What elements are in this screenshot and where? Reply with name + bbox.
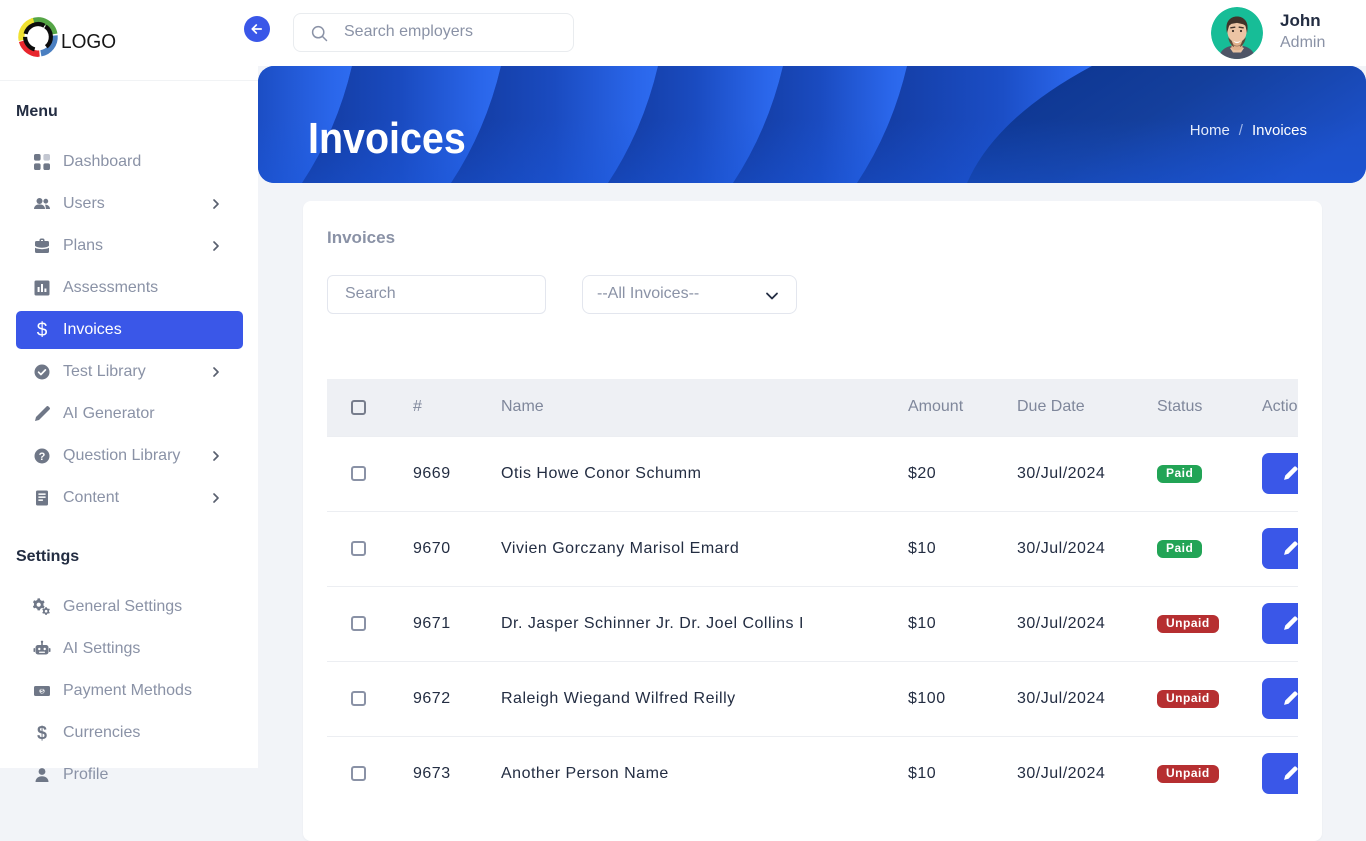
svg-text:$: $ bbox=[37, 321, 48, 339]
svg-text:?: ? bbox=[39, 451, 46, 463]
svg-text:$: $ bbox=[37, 724, 47, 742]
svg-text:$: $ bbox=[40, 688, 44, 695]
